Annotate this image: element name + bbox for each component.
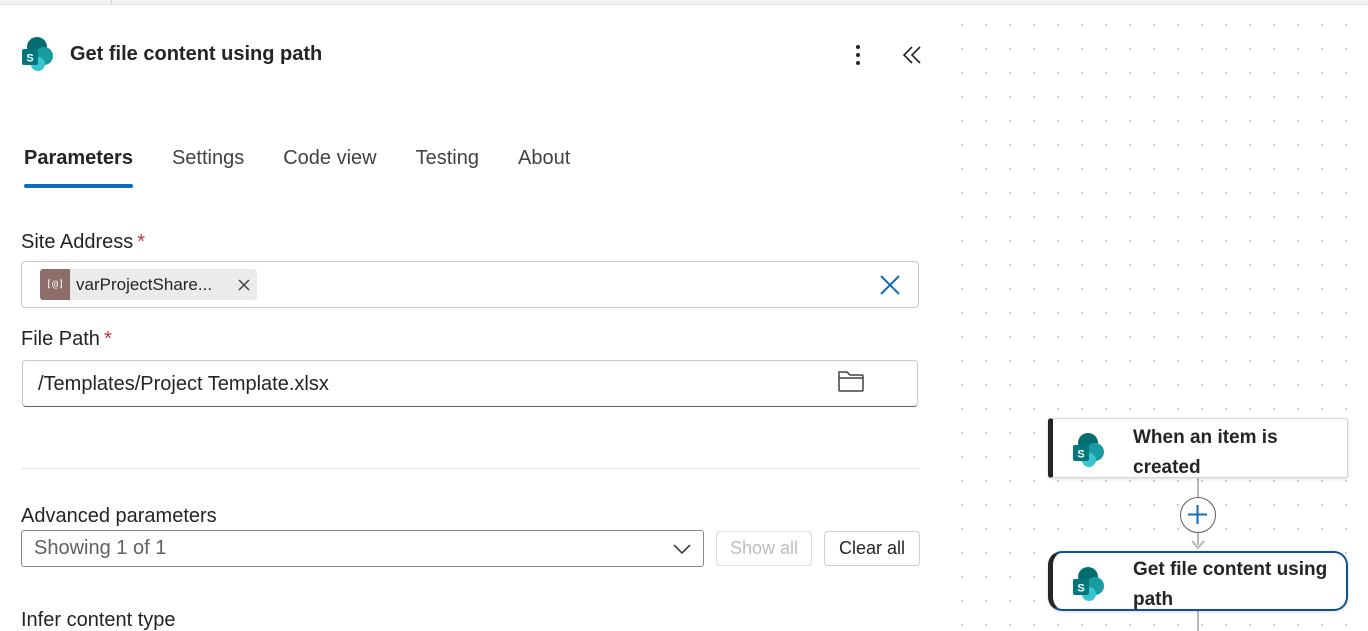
collapse-panel-button[interactable] <box>900 40 926 70</box>
flow-canvas[interactable] <box>942 5 1368 631</box>
panel-title: Get file content using path <box>70 42 323 65</box>
flow-node-trigger[interactable]: S When an item is created <box>1048 418 1348 478</box>
arrow-down-icon <box>1191 540 1205 550</box>
panel-tabs: Parameters Settings Code view Testing Ab… <box>24 140 609 190</box>
infer-content-type-label: Infer content type <box>21 609 176 631</box>
node-title: Get file content using path <box>1133 559 1328 610</box>
sharepoint-icon: S <box>1073 567 1104 601</box>
node-title: When an item is created <box>1133 427 1278 478</box>
browse-folder-button[interactable] <box>836 367 866 395</box>
advanced-parameters-dropdown[interactable]: Showing 1 of 1 <box>21 530 704 567</box>
required-marker: * <box>103 328 112 350</box>
double-chevron-left-icon <box>902 46 921 64</box>
show-all-button[interactable]: Show all <box>716 531 812 566</box>
required-marker: * <box>137 231 146 253</box>
sharepoint-icon: S <box>22 37 53 71</box>
file-path-input[interactable]: /Templates/Project Template.xlsx <box>22 360 918 407</box>
more-options-button[interactable] <box>846 40 870 70</box>
remove-token-button[interactable] <box>232 273 256 297</box>
section-divider <box>21 468 920 469</box>
insert-step-button[interactable] <box>1180 497 1216 533</box>
clear-site-address-button[interactable] <box>877 272 903 298</box>
svg-text:S: S <box>1077 583 1084 595</box>
tab-settings[interactable]: Settings <box>172 140 244 190</box>
sharepoint-icon: S <box>1073 433 1104 467</box>
close-icon <box>238 278 250 291</box>
advanced-parameters-label: Advanced parameters <box>21 505 217 527</box>
more-dots-icon <box>856 45 860 49</box>
close-icon <box>880 275 900 295</box>
folder-icon <box>838 371 864 392</box>
flow-node-get-file-content[interactable]: S Get file content using path <box>1048 551 1348 611</box>
site-address-input[interactable]: [@] varProjectShare... <box>21 261 919 308</box>
panel-header: S Get file content using path <box>20 34 322 74</box>
site-address-label: Site Address * <box>21 231 146 253</box>
clear-all-button[interactable]: Clear all <box>824 531 920 566</box>
tab-testing[interactable]: Testing <box>416 140 479 190</box>
svg-text:S: S <box>26 53 33 65</box>
tab-code-view[interactable]: Code view <box>283 140 376 190</box>
tab-about[interactable]: About <box>518 140 570 190</box>
token-label: varProjectShare... <box>76 274 213 294</box>
variable-icon: [@] <box>40 269 70 300</box>
svg-text:S: S <box>1077 449 1084 461</box>
chevron-down-icon <box>673 544 691 555</box>
tab-parameters[interactable]: Parameters <box>24 140 133 190</box>
file-path-label: File Path * <box>21 328 112 350</box>
plus-icon <box>1188 505 1207 524</box>
site-address-token[interactable]: [@] varProjectShare... <box>40 269 257 300</box>
